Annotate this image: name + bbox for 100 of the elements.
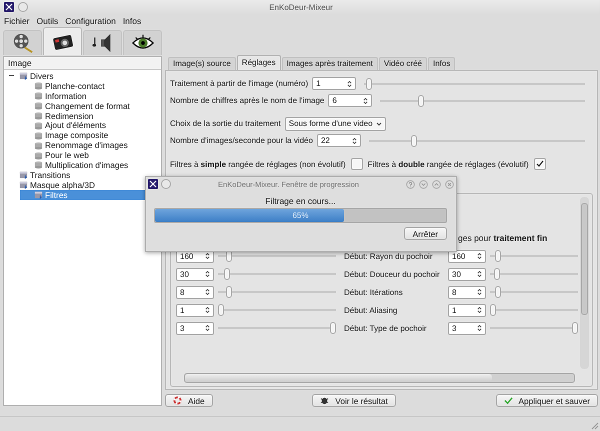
tree-header: Image bbox=[4, 57, 161, 70]
tree-item[interactable]: Pour le web bbox=[4, 150, 161, 160]
menu-item[interactable]: Infos bbox=[122, 16, 142, 26]
drum-icon bbox=[34, 130, 43, 140]
spin-arrows-icon[interactable] bbox=[205, 324, 210, 332]
parameter-label: Début: Type de pochoir bbox=[344, 324, 428, 332]
spin-box[interactable]: 30 bbox=[176, 268, 214, 280]
folder-stack-icon bbox=[19, 71, 28, 80]
horizontal-scrollbar[interactable] bbox=[184, 373, 575, 383]
spin-arrows-icon[interactable] bbox=[477, 252, 482, 260]
tab[interactable]: Réglages bbox=[236, 55, 281, 70]
progress-message: Filtrage en cours... bbox=[264, 196, 337, 208]
spin-arrows-icon[interactable] bbox=[205, 288, 210, 296]
drum-icon bbox=[34, 81, 43, 90]
close-icon[interactable] bbox=[445, 180, 454, 188]
progress-percent: 65% bbox=[292, 211, 308, 220]
checkbox[interactable] bbox=[534, 158, 546, 170]
caret-icon[interactable] bbox=[376, 122, 382, 126]
spin-box[interactable]: 30 bbox=[448, 268, 486, 280]
window-title: EnKoDeur-Mixeur bbox=[268, 2, 334, 12]
menu-item[interactable]: Fichier bbox=[4, 16, 30, 26]
tree-item[interactable]: Ajout d'éléments bbox=[4, 120, 161, 130]
tree-item[interactable]: Renommage d'images bbox=[4, 140, 161, 150]
spin-box[interactable]: 22 bbox=[316, 134, 361, 147]
tree-item[interactable]: Information bbox=[4, 90, 161, 101]
spin-box[interactable]: 1 bbox=[312, 77, 356, 90]
view-button[interactable]: Voir le résultat bbox=[312, 394, 396, 407]
checkbox-label: Filtres à double rangée de réglages (évolutif) bbox=[368, 160, 529, 168]
setting-label: Choix de la sortie du traitement bbox=[170, 119, 281, 128]
bug-icon bbox=[320, 396, 330, 405]
spin-box[interactable]: 160 bbox=[448, 250, 486, 262]
tab[interactable]: Infos bbox=[428, 57, 456, 70]
tree-item[interactable]: Changement de format bbox=[4, 100, 161, 111]
parameter-label: Début: Aliasing bbox=[344, 306, 398, 314]
drum-icon bbox=[34, 140, 43, 150]
app-icon bbox=[4, 2, 14, 12]
setting-label: Nombre de chiffres après le nom de l'image bbox=[170, 96, 324, 105]
checkbox[interactable] bbox=[350, 158, 363, 170]
drum-icon bbox=[34, 101, 43, 110]
group-heading: ges pour traitement fin bbox=[458, 233, 548, 243]
apply-button[interactable]: Appliquer et sauver bbox=[496, 394, 598, 407]
parameter-label: Début: Douceur du pochoir bbox=[344, 270, 441, 278]
spin-box[interactable]: 3 bbox=[448, 322, 486, 334]
drum-icon bbox=[34, 91, 43, 100]
tree-item[interactable]: Redimension bbox=[4, 110, 161, 120]
eye-tab[interactable] bbox=[123, 30, 162, 55]
drum-icon bbox=[34, 160, 43, 170]
spin-box[interactable]: 3 bbox=[176, 322, 214, 334]
drum-icon bbox=[34, 150, 43, 160]
spin-arrows-icon[interactable] bbox=[477, 324, 482, 332]
tab[interactable]: Images après traitement bbox=[282, 57, 378, 70]
parameter-label: Début: Itérations bbox=[344, 288, 404, 296]
vertical-scrollbar[interactable] bbox=[580, 197, 589, 369]
window-menu-button[interactable] bbox=[18, 2, 28, 12]
parameter-label: Début: Rayon du pochoir bbox=[344, 252, 434, 260]
help-icon[interactable] bbox=[406, 180, 415, 188]
camera-tab[interactable] bbox=[43, 27, 82, 55]
tree-item[interactable]: Multiplication d'images bbox=[4, 160, 161, 170]
spin-arrows-icon[interactable] bbox=[205, 306, 210, 314]
spin-box[interactable]: 1 bbox=[448, 304, 486, 316]
spin-arrows-icon[interactable] bbox=[205, 252, 210, 260]
drum-icon bbox=[34, 111, 43, 120]
tab[interactable]: Image(s) source bbox=[168, 57, 236, 70]
tree-item[interactable]: Image composite bbox=[4, 130, 161, 140]
output-dropdown[interactable]: Sous forme d'une video bbox=[284, 116, 386, 130]
maximize-icon[interactable] bbox=[432, 180, 441, 188]
spin-arrows-icon[interactable] bbox=[352, 136, 357, 144]
setting-label: Nombre d'images/seconde pour la vidéo bbox=[170, 136, 313, 145]
tree-item[interactable]: Transitions bbox=[4, 170, 161, 180]
spin-box[interactable]: 8 bbox=[448, 286, 486, 298]
minimize-icon[interactable] bbox=[419, 180, 428, 188]
resize-grip-icon[interactable] bbox=[591, 422, 599, 430]
checkbox-label: Filtres à simple rangée de réglages (non évolutif) bbox=[170, 160, 346, 168]
film-tab[interactable] bbox=[3, 30, 42, 55]
window-menu-button[interactable] bbox=[161, 179, 171, 189]
spin-arrows-icon[interactable] bbox=[477, 288, 482, 296]
spin-arrows-icon[interactable] bbox=[363, 96, 368, 104]
folder-stack-icon bbox=[34, 190, 43, 200]
drum-icon bbox=[34, 120, 43, 130]
spin-arrows-icon[interactable] bbox=[477, 270, 482, 278]
help-button[interactable]: Aide bbox=[165, 394, 213, 407]
tree-item[interactable]: Divers bbox=[4, 71, 161, 81]
app-icon bbox=[148, 179, 158, 189]
check-icon bbox=[504, 396, 512, 405]
spin-box[interactable]: 8 bbox=[176, 286, 214, 298]
tree-item[interactable]: Masque alpha/3D bbox=[4, 180, 161, 190]
spin-arrows-icon[interactable] bbox=[205, 270, 210, 278]
menu-item[interactable]: Outils bbox=[36, 16, 58, 26]
spin-arrows-icon[interactable] bbox=[347, 80, 352, 88]
speaker-note-icon bbox=[92, 32, 114, 54]
menu-item[interactable]: Configuration bbox=[65, 16, 116, 26]
spin-arrows-icon[interactable] bbox=[477, 306, 482, 314]
spin-box[interactable]: 6 bbox=[328, 94, 372, 107]
tab[interactable]: Vidéo créé bbox=[378, 57, 427, 70]
speaker-tab[interactable] bbox=[83, 30, 122, 55]
spin-box[interactable]: 1 bbox=[176, 304, 214, 316]
stop-button[interactable]: Arrêter bbox=[404, 227, 447, 240]
folder-stack-icon bbox=[19, 180, 28, 190]
tree-item[interactable]: Planche-contact bbox=[4, 80, 161, 91]
film-reel-icon bbox=[12, 32, 34, 54]
